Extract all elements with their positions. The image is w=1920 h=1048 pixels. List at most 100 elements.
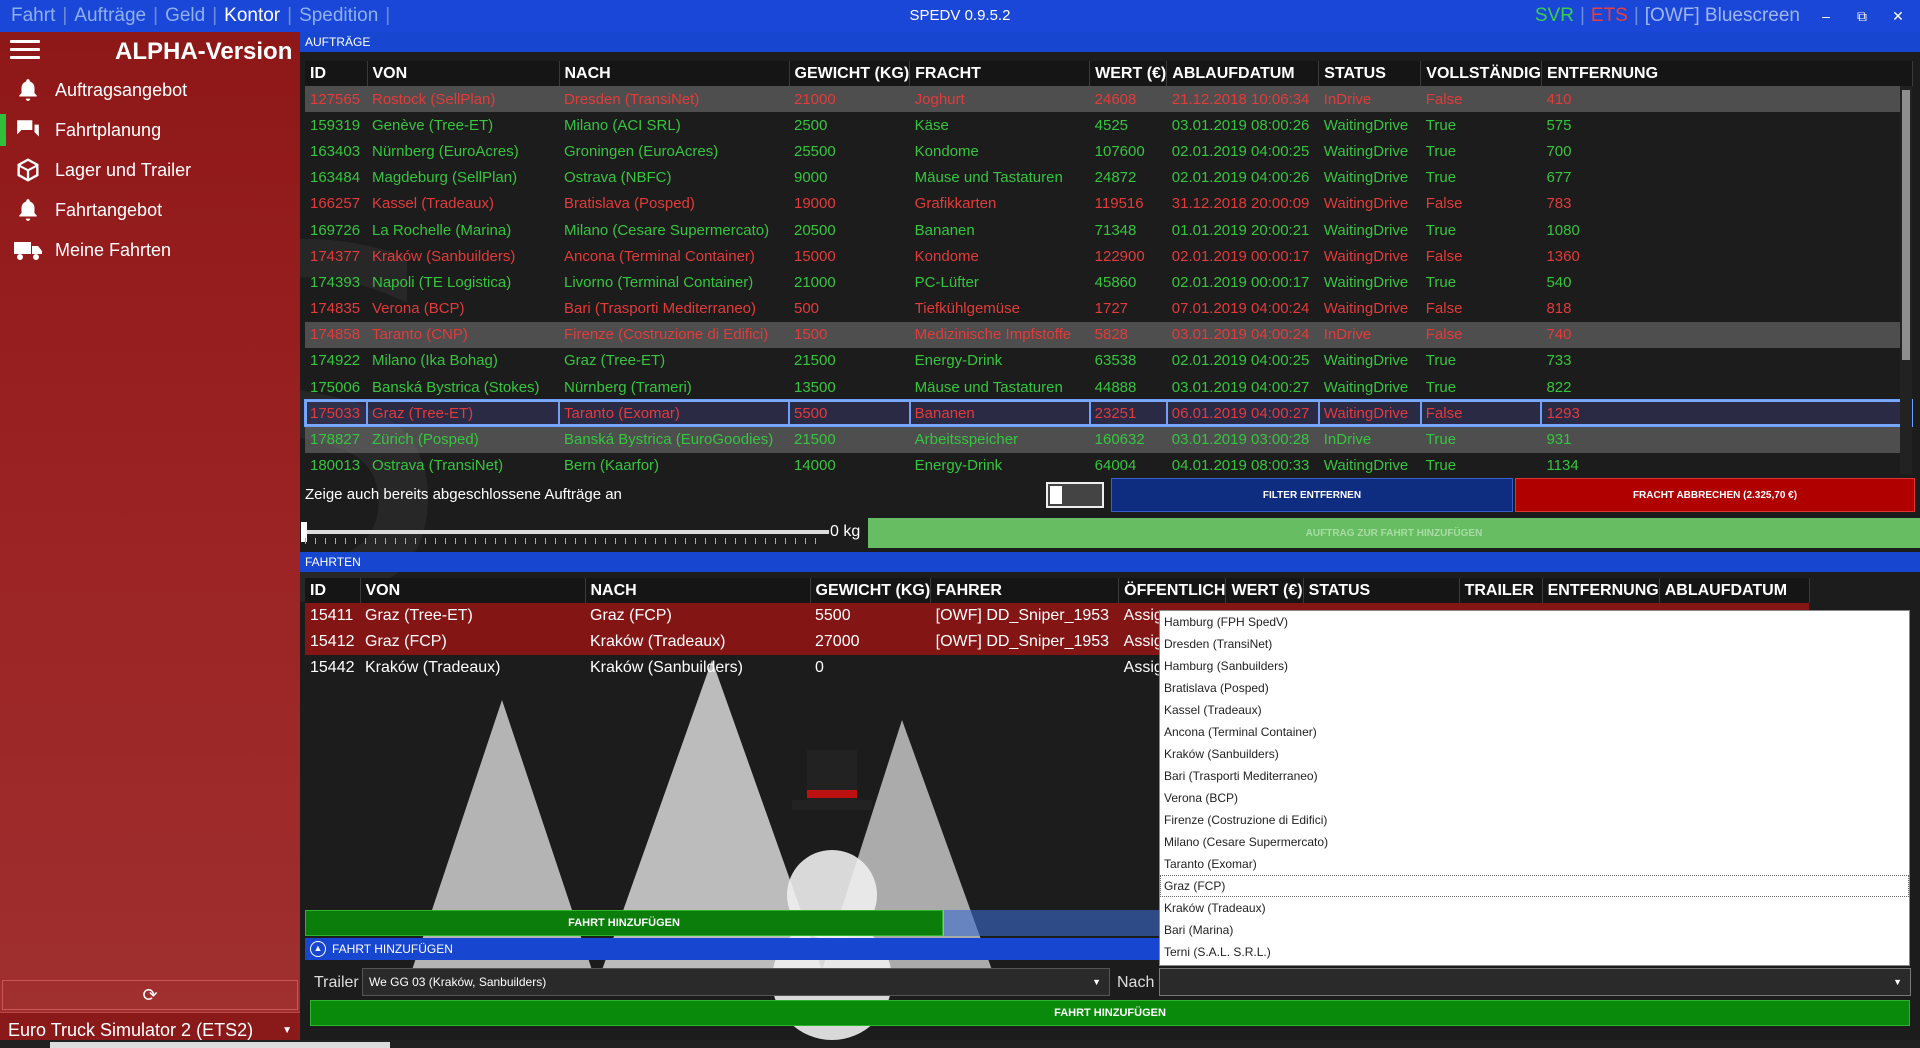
column-header[interactable]: ID [305, 61, 368, 86]
trailer-select[interactable]: We GG 03 (Kraków, Sanbuilders) ▼ [362, 968, 1110, 996]
table-row[interactable]: 175033 Graz (Tree-ET) Taranto (Exomar) 5500… [304, 399, 1914, 428]
weight-slider[interactable] [301, 522, 829, 542]
column-header[interactable]: FAHRER [930, 578, 1120, 603]
dropdown-option[interactable]: Verona (BCP) [1160, 787, 1909, 809]
dropdown-option[interactable]: Milano (Cesare Supermercato) [1160, 831, 1909, 853]
table-row[interactable]: 163403 Nürnberg (EuroAcres) Groningen (Eur… [305, 138, 1912, 164]
table-row[interactable]: 174835 Verona (BCP) Bari (Trasporti Medite… [305, 296, 1912, 322]
table-cell: WaitingDrive [1323, 221, 1409, 239]
destination-select[interactable]: ▼ [1159, 968, 1911, 996]
server-ets[interactable]: ETS [1591, 5, 1628, 27]
maximize-button[interactable]: ⧉ [1852, 8, 1872, 25]
column-header[interactable]: ID [305, 578, 361, 603]
table-cell: WaitingDrive [1317, 399, 1422, 428]
dropdown-option[interactable]: Hamburg (FPH SpedV) [1160, 611, 1909, 633]
table-cell: [OWF] DD_Sniper_1953 [930, 603, 1119, 629]
column-header[interactable]: ENTFERNUNG [1542, 578, 1660, 603]
scrollbar-thumb[interactable] [1902, 90, 1910, 360]
dropdown-option[interactable]: Bari (Marina) [1160, 919, 1909, 941]
table-cell: Zürich (Posped) [367, 426, 559, 453]
table-row[interactable]: 166257 Kassel (Tradeaux) Bratislava (Pospe… [305, 191, 1912, 217]
column-header[interactable]: ÖFFENTLICH [1118, 578, 1227, 603]
table-cell: True [1425, 169, 1457, 187]
column-header[interactable]: FRACHT [909, 61, 1091, 86]
nav-kontor[interactable]: Kontor [219, 5, 285, 27]
close-button[interactable]: ✕ [1888, 8, 1908, 25]
table-row[interactable]: 174922 Milano (Ika Bohag) Graz (Tree-ET) 21… [305, 348, 1912, 374]
filter-remove-button[interactable]: FILTER ENTFERNEN [1111, 478, 1513, 512]
column-header[interactable]: VOLLSTÄNDIG [1420, 61, 1542, 86]
server-svr[interactable]: SVR [1535, 5, 1574, 27]
sidebar-item-fahrtplanung[interactable]: Fahrtplanung [0, 110, 300, 150]
table-row[interactable]: 174377 Kraków (Sanbuilders) Ancona (Termin… [305, 243, 1912, 269]
cancel-freight-button[interactable]: FRACHT ABBRECHEN (2.325,70 €) [1515, 478, 1915, 512]
add-trip-button-secondary[interactable] [944, 910, 1159, 936]
table-row[interactable]: 178827 Zürich (Posped) Banská Bystrica (Eu… [305, 426, 1913, 453]
table-row[interactable]: 174393 Napoli (TE Logistica) Livorno (Term… [305, 269, 1912, 295]
table-row[interactable]: 175006 Banská Bystrica (Stokes) Nürnberg (… [305, 374, 1912, 400]
add-trip-button[interactable]: FAHRT HINZUFÜGEN [305, 910, 943, 936]
table-cell: 174858 [305, 321, 367, 348]
dropdown-option[interactable]: Taranto (Exomar) [1160, 853, 1909, 875]
table-row[interactable]: 159319 Genève (Tree-ET) Milano (ACI SRL) 25… [305, 112, 1912, 138]
add-trip-collapse-header[interactable]: ▲ FAHRT HINZUFÜGEN [305, 938, 1159, 960]
refresh-button[interactable]: ⟳ [2, 980, 298, 1010]
table-row[interactable]: 174858 Taranto (CNP) Firenze (Costruzione … [305, 321, 1913, 348]
orders-scrollbar[interactable] [1900, 86, 1912, 474]
sidebar-item-lager[interactable]: Lager und Trailer [0, 150, 300, 190]
column-header[interactable]: WERT (€) [1225, 578, 1304, 603]
table-cell: 783 [1546, 195, 1572, 213]
table-cell: Graz (FCP) [585, 603, 810, 629]
nav-auftraege[interactable]: Aufträge [69, 5, 151, 27]
column-header[interactable]: VON [360, 578, 586, 603]
column-header[interactable]: GEWICHT (KG) [789, 61, 911, 86]
hamburger-menu-icon[interactable] [10, 40, 40, 62]
top-right-status: SVR | ETS | [OWF] Bluescreen – ⧉ ✕ [1535, 0, 1908, 32]
column-header[interactable]: ABLAUFDATUM [1659, 578, 1810, 603]
column-header[interactable]: VON [367, 61, 560, 86]
table-row[interactable]: 169726 La Rochelle (Marina) Milano (Cesare… [305, 217, 1912, 243]
nav-fahrt[interactable]: Fahrt [6, 5, 60, 27]
dropdown-option[interactable]: Dresden (TransiNet) [1160, 633, 1909, 655]
column-header[interactable]: ENTFERNUNG [1541, 61, 1913, 86]
show-done-toggle[interactable] [1046, 482, 1104, 508]
dropdown-option[interactable]: Kraków (Tradeaux) [1160, 897, 1909, 919]
table-row[interactable]: 180013 Ostrava (TransiNet) Bern (Kaarfor) 1… [305, 453, 1912, 479]
table-cell: Graz (Tree-ET) [366, 399, 560, 428]
nav-spedition[interactable]: Spedition [294, 5, 383, 27]
orders-body: 127565 Rostock (SellPlan) Dresden (TransiN… [304, 86, 1914, 479]
dropdown-arrow-icon: ▼ [1893, 977, 1902, 987]
table-cell: 27000 [810, 629, 931, 655]
add-trip-submit-button[interactable]: FAHRT HINZUFÜGEN [310, 1000, 1910, 1026]
column-header[interactable]: NACH [559, 61, 790, 86]
dropdown-option[interactable]: Bari (Trasporti Mediterraneo) [1160, 765, 1909, 787]
table-cell: Energy-Drink [914, 457, 1003, 475]
table-cell: 15442 [310, 659, 355, 676]
column-header[interactable]: WERT (€) [1089, 61, 1168, 86]
table-cell: Livorno (Terminal Container) [564, 273, 754, 291]
user-name[interactable]: [OWF] Bluescreen [1645, 5, 1800, 27]
dropdown-option[interactable]: Hamburg (Sanbuilders) [1160, 655, 1909, 677]
column-header[interactable]: STATUS [1318, 61, 1422, 86]
sidebar-item-fahrtangebot[interactable]: Fahrtangebot [0, 190, 300, 230]
dropdown-option[interactable]: Terni (S.A.L. S.R.L.) [1160, 941, 1909, 963]
table-cell: WaitingDrive [1323, 116, 1409, 134]
dropdown-option[interactable]: Ancona (Terminal Container) [1160, 721, 1909, 743]
dropdown-option[interactable]: Kraków (Sanbuilders) [1160, 743, 1909, 765]
dropdown-option[interactable]: Graz (FCP) [1160, 875, 1909, 897]
column-header[interactable]: TRAILER [1459, 578, 1543, 603]
dropdown-option[interactable]: Bratislava (Posped) [1160, 677, 1909, 699]
minimize-button[interactable]: – [1816, 8, 1836, 24]
dropdown-option[interactable]: Firenze (Costruzione di Edifici) [1160, 809, 1909, 831]
table-row[interactable]: 163484 Magdeburg (SellPlan) Ostrava (NBFC)… [305, 165, 1912, 191]
dropdown-option[interactable]: Kassel (Tradeaux) [1160, 699, 1909, 721]
table-row[interactable]: 127565 Rostock (SellPlan) Dresden (TransiN… [305, 86, 1913, 113]
column-header[interactable]: STATUS [1303, 578, 1460, 603]
sidebar-item-auftragsangebot[interactable]: Auftragsangebot [0, 70, 300, 110]
column-header[interactable]: NACH [585, 578, 811, 603]
column-header[interactable]: ABLAUFDATUM [1166, 61, 1320, 86]
column-header[interactable]: GEWICHT (KG) [810, 578, 932, 603]
add-order-to-trip-button[interactable]: AUFTRAG ZUR FAHRT HINZUFÜGEN [868, 518, 1920, 548]
nav-geld[interactable]: Geld [160, 5, 210, 27]
sidebar-item-meine-fahrten[interactable]: Meine Fahrten [0, 230, 300, 270]
